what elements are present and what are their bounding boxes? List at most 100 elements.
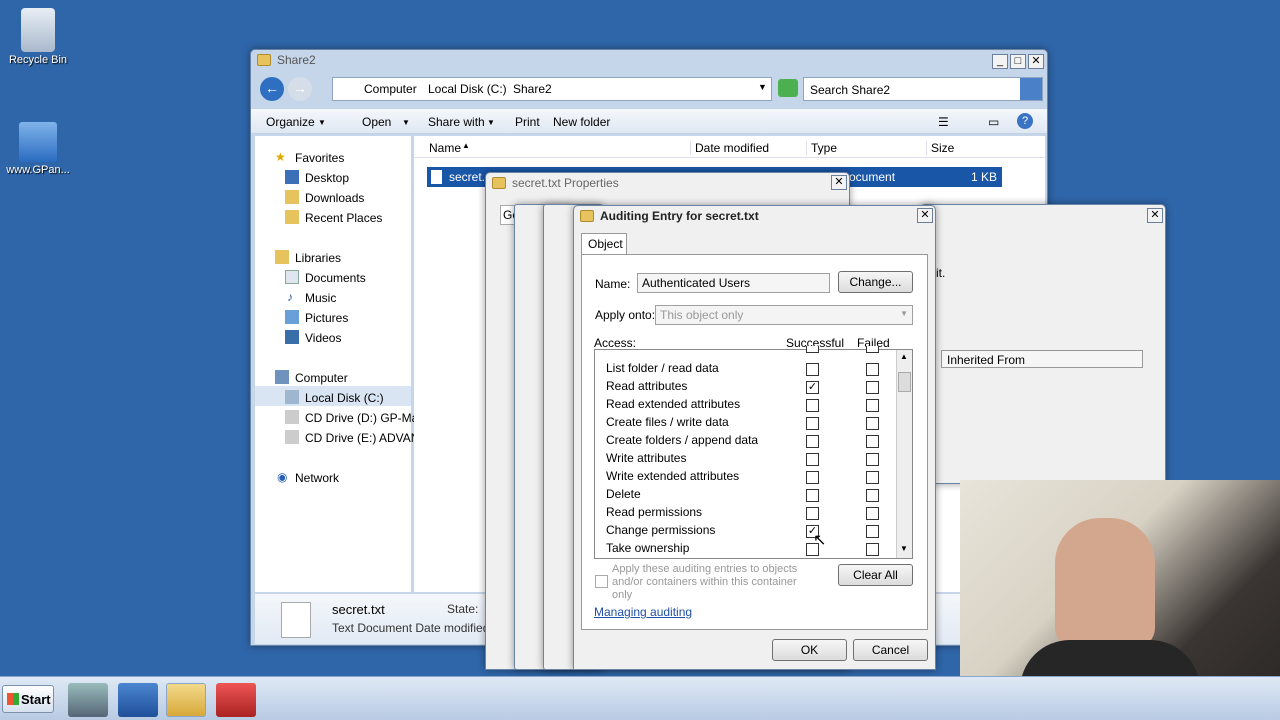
address-bar[interactable]: Computer Local Disk (C:) Share2 ▼ <box>332 77 772 101</box>
nav-downloads[interactable]: Downloads <box>305 191 364 205</box>
nav-favorites[interactable]: Favorites <box>295 151 344 165</box>
breadcrumb-share2[interactable]: Share2 <box>513 82 552 96</box>
organize-button[interactable]: Organize <box>266 115 315 129</box>
failed-checkbox[interactable] <box>866 435 879 448</box>
nav-computer[interactable]: Computer <box>295 371 348 385</box>
preview-pane-icon[interactable]: ▭ <box>988 115 999 129</box>
breadcrumb-computer[interactable]: Computer <box>364 82 417 96</box>
failed-checkbox[interactable] <box>866 507 879 520</box>
failed-checkbox[interactable] <box>866 453 879 466</box>
gpanswers-shortcut-icon[interactable]: www.GPan... <box>0 122 76 176</box>
access-row-label: Delete <box>606 487 641 501</box>
apply-within-container-checkbox[interactable] <box>595 575 608 588</box>
new-folder-button[interactable]: New folder <box>553 115 610 129</box>
explorer-taskbar-icon[interactable] <box>166 683 206 717</box>
inherited-from-label: Inherited From <box>947 353 1026 367</box>
minimize-button[interactable]: _ <box>992 54 1008 69</box>
successful-checkbox[interactable] <box>806 363 819 376</box>
nav-pictures[interactable]: Pictures <box>305 311 348 325</box>
nav-recent[interactable]: Recent Places <box>305 211 382 225</box>
scroll-down-icon[interactable]: ▼ <box>900 544 908 553</box>
videos-icon <box>285 330 299 344</box>
successful-checkbox[interactable] <box>806 453 819 466</box>
refresh-icon[interactable] <box>778 79 798 97</box>
nav-libraries[interactable]: Libraries <box>295 251 341 265</box>
nav-cd-e[interactable]: CD Drive (E:) ADVANC <box>305 431 428 445</box>
print-button[interactable]: Print <box>515 115 540 129</box>
failed-checkbox[interactable] <box>866 489 879 502</box>
powershell-icon[interactable] <box>118 683 158 717</box>
search-box[interactable]: Search Share2 <box>803 77 1043 101</box>
file-large-icon <box>281 602 311 638</box>
apply-onto-select[interactable]: This object only ▼ <box>655 305 913 325</box>
failed-checkbox[interactable] <box>866 543 879 556</box>
server-manager-icon[interactable] <box>68 683 108 717</box>
failed-checkbox[interactable] <box>866 471 879 484</box>
successful-checkbox[interactable] <box>806 471 819 484</box>
nav-documents[interactable]: Documents <box>305 271 366 285</box>
views-icon[interactable]: ☰ <box>938 115 949 129</box>
start-label: Start <box>21 692 51 707</box>
failed-checkbox[interactable] <box>866 417 879 430</box>
share-with-button[interactable]: Share with <box>428 115 485 129</box>
back-arrow-icon[interactable]: ← <box>260 77 284 101</box>
nav-network[interactable]: Network <box>295 471 339 485</box>
auditing-close-button[interactable]: ✕ <box>917 208 933 223</box>
recycle-bin-icon[interactable]: Recycle Bin <box>0 8 76 66</box>
partial-row-successful-checkbox[interactable] <box>806 346 819 353</box>
column-name[interactable]: Name <box>429 141 461 155</box>
toolbox-icon[interactable] <box>216 683 256 717</box>
help-icon[interactable]: ? <box>1017 113 1033 129</box>
successful-checkbox[interactable] <box>806 399 819 412</box>
mouse-cursor-icon: ↖ <box>813 532 827 549</box>
properties-close-button[interactable]: ✕ <box>831 175 847 190</box>
cancel-button[interactable]: Cancel <box>853 639 928 661</box>
forward-arrow-icon[interactable]: → <box>288 77 312 101</box>
failed-checkbox[interactable] <box>866 381 879 394</box>
start-button[interactable]: Start <box>2 685 54 713</box>
partial-row-failed-checkbox[interactable] <box>866 346 879 353</box>
failed-checkbox[interactable] <box>866 525 879 538</box>
failed-checkbox[interactable] <box>866 363 879 376</box>
scroll-up-icon[interactable]: ▲ <box>900 352 908 361</box>
cd-drive-d-icon <box>285 410 299 424</box>
cancel-label: Cancel <box>871 643 910 657</box>
successful-checkbox[interactable] <box>806 489 819 502</box>
list-scrollbar[interactable]: ▲ ▼ <box>896 350 912 558</box>
name-field: Authenticated Users <box>637 273 830 293</box>
file-size: 1 KB <box>971 170 998 184</box>
ok-button[interactable]: OK <box>772 639 847 661</box>
share-chevron-icon: ▼ <box>487 118 495 127</box>
search-icon[interactable] <box>1020 78 1042 100</box>
dropdown-icon[interactable]: ▼ <box>758 82 767 92</box>
nav-videos[interactable]: Videos <box>305 331 341 345</box>
auditing-titlebar: Auditing Entry for secret.txt <box>574 206 935 228</box>
column-size[interactable]: Size <box>926 141 954 155</box>
change-button[interactable]: Change... <box>838 271 913 293</box>
nav-music[interactable]: Music <box>305 291 336 305</box>
object-tab[interactable]: Object <box>581 233 627 254</box>
nav-cd-d[interactable]: CD Drive (D:) GP-Main <box>305 411 428 425</box>
successful-checkbox[interactable] <box>806 507 819 520</box>
column-date[interactable]: Date modified <box>690 141 769 155</box>
scroll-thumb[interactable] <box>898 372 911 392</box>
failed-checkbox[interactable] <box>866 399 879 412</box>
successful-checkbox[interactable] <box>806 435 819 448</box>
nav-desktop[interactable]: Desktop <box>305 171 349 185</box>
search-placeholder: Search Share2 <box>810 83 891 97</box>
clear-all-label: Clear All <box>853 568 898 582</box>
successful-checkbox[interactable] <box>806 417 819 430</box>
column-headers: Name ▲ Date modified Type Size <box>414 136 1045 158</box>
column-type[interactable]: Type <box>806 141 837 155</box>
nav-local-disk[interactable]: Local Disk (C:) <box>305 391 384 405</box>
open-button[interactable]: Open <box>362 115 391 129</box>
maximize-button[interactable]: □ <box>1010 54 1026 69</box>
clear-all-button[interactable]: Clear All <box>838 564 913 586</box>
successful-checkbox[interactable]: ✓ <box>806 381 819 394</box>
auditing-title: Auditing Entry for secret.txt <box>600 209 759 223</box>
properties-titlebar: secret.txt Properties <box>486 173 849 195</box>
managing-auditing-link[interactable]: Managing auditing <box>594 605 692 619</box>
advanced-close-button[interactable]: ✕ <box>1147 208 1163 223</box>
breadcrumb-localdisk[interactable]: Local Disk (C:) <box>428 82 507 96</box>
close-button[interactable]: ✕ <box>1028 54 1044 69</box>
